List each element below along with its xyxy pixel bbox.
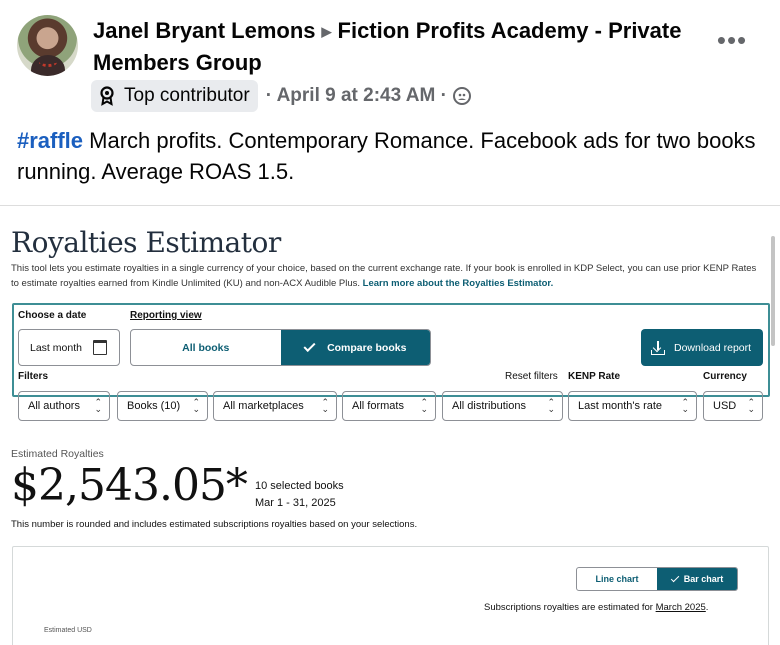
marketplaces-select-value: All marketplaces: [223, 400, 304, 412]
line-chart-label: Line chart: [595, 574, 639, 584]
distributions-select-value: All distributions: [452, 400, 526, 412]
chart-card: Line chart Bar chart Subscriptions royal…: [12, 546, 769, 645]
page-description: This tool lets you estimate royalties in…: [11, 261, 766, 291]
post-title: Janel Bryant Lemons ▶ Fiction Profits Acad…: [93, 15, 713, 78]
subscriptions-note-end: .: [705, 602, 709, 613]
filters-label: Filters: [18, 371, 49, 382]
chevron-updown-icon: ⌃ ⌄: [321, 397, 329, 414]
date-picker[interactable]: Last month: [18, 329, 120, 366]
subscriptions-note: Subscriptions royalties are estimated fo…: [484, 602, 708, 613]
kenp-rate-select-value: Last month's rate: [578, 400, 663, 412]
post-meta: Top contributor · April 9 at 2:43 AM ·: [91, 80, 471, 112]
chevron-updown-icon: ⌃ ⌄: [547, 397, 555, 414]
post-header: Janel Bryant Lemons ▶ Fiction Profits Acad…: [0, 0, 780, 184]
distributions-select[interactable]: All distributions ⌃ ⌄: [442, 391, 563, 421]
filter-panel: Choose a date Last month Reporting view …: [12, 303, 770, 421]
learn-more-link[interactable]: Learn more about the Royalties Estimator…: [363, 278, 554, 289]
choose-date-label: Choose a date: [18, 310, 87, 321]
selected-books-count: 10 selected books: [255, 480, 344, 492]
reporting-view-toggle: All books Compare books: [130, 329, 431, 366]
date-picker-value: Last month: [30, 341, 82, 354]
y-axis-label: Estimated USD: [44, 627, 92, 634]
all-books-label: All books: [182, 341, 230, 354]
checkmark-icon: [670, 573, 679, 583]
kenp-rate-label: KENP Rate: [568, 371, 621, 382]
badge-label: Top contributor: [124, 85, 250, 106]
currency-select-value: USD: [713, 400, 737, 412]
post-body: #raffle March profits. Contemporary Roma…: [17, 125, 767, 187]
currency-select[interactable]: USD ⌃ ⌄: [703, 391, 763, 421]
reset-filters-link[interactable]: Reset filters: [505, 371, 558, 382]
author-avatar[interactable]: [17, 15, 78, 76]
download-report-button[interactable]: Download report: [641, 329, 763, 366]
rounding-note: This number is rounded and includes esti…: [11, 519, 418, 530]
authors-select-value: All authors: [28, 400, 80, 412]
subscriptions-month-link[interactable]: March 2025: [656, 602, 706, 613]
calendar-icon: [93, 340, 107, 355]
marketplaces-select[interactable]: All marketplaces ⌃ ⌄: [213, 391, 337, 421]
chevron-updown-icon: ⌃ ⌄: [681, 397, 689, 414]
kenp-rate-select[interactable]: Last month's rate ⌃ ⌄: [568, 391, 697, 421]
chevron-updown-icon: ⌃ ⌄: [94, 397, 102, 414]
currency-label: Currency: [703, 371, 747, 382]
author-name-link[interactable]: Janel Bryant Lemons: [93, 18, 316, 43]
formats-select-value: All formats: [352, 400, 404, 412]
page-title: Royalties Estimator: [11, 226, 281, 259]
books-select-value: Books (10): [127, 400, 181, 412]
reporting-view-label: Reporting view: [130, 310, 202, 321]
bar-chart-option[interactable]: Bar chart: [657, 568, 737, 590]
triangle-right-icon: ▶: [321, 24, 332, 39]
checkmark-icon: [303, 339, 316, 353]
authors-select[interactable]: All authors ⌃ ⌄: [18, 391, 110, 421]
avatar-necklace: [39, 57, 57, 67]
formats-select[interactable]: All formats ⌃ ⌄: [342, 391, 436, 421]
chevron-updown-icon: ⌃ ⌄: [420, 397, 428, 414]
all-books-option[interactable]: All books: [131, 330, 281, 365]
award-ribbon-icon: [98, 86, 116, 106]
attached-screenshot[interactable]: Royalties Estimator This tool lets you e…: [0, 205, 780, 645]
group-privacy-icon: [452, 87, 471, 105]
date-range: Mar 1 - 31, 2025: [255, 497, 336, 509]
download-icon: [651, 340, 665, 355]
chevron-updown-icon: ⌃ ⌄: [747, 397, 755, 414]
books-select[interactable]: Books (10) ⌃ ⌄: [117, 391, 208, 421]
post-timestamp[interactable]: · April 9 at 2:43 AM ·: [266, 85, 447, 107]
download-report-label: Download report: [674, 341, 752, 354]
chart-type-toggle: Line chart Bar chart: [576, 567, 738, 591]
ellipsis-icon: •••: [716, 25, 748, 55]
compare-books-label: Compare books: [327, 341, 407, 354]
more-options-button[interactable]: •••: [712, 26, 752, 58]
bar-chart-label: Bar chart: [683, 574, 724, 584]
post-body-text: March profits. Contemporary Romance. Fac…: [17, 128, 756, 184]
top-contributor-badge[interactable]: Top contributor: [91, 80, 258, 112]
chevron-updown-icon: ⌃ ⌄: [192, 397, 200, 414]
estimated-royalties-value: $2,543.05*: [11, 460, 248, 511]
estimated-royalties-label: Estimated Royalties: [11, 448, 104, 460]
line-chart-option[interactable]: Line chart: [577, 568, 657, 590]
subscriptions-note-text: Subscriptions royalties are estimated fo…: [484, 602, 656, 613]
hashtag-link[interactable]: #raffle: [17, 128, 83, 153]
scrollbar[interactable]: [771, 236, 775, 346]
compare-books-option[interactable]: Compare books: [280, 330, 430, 365]
